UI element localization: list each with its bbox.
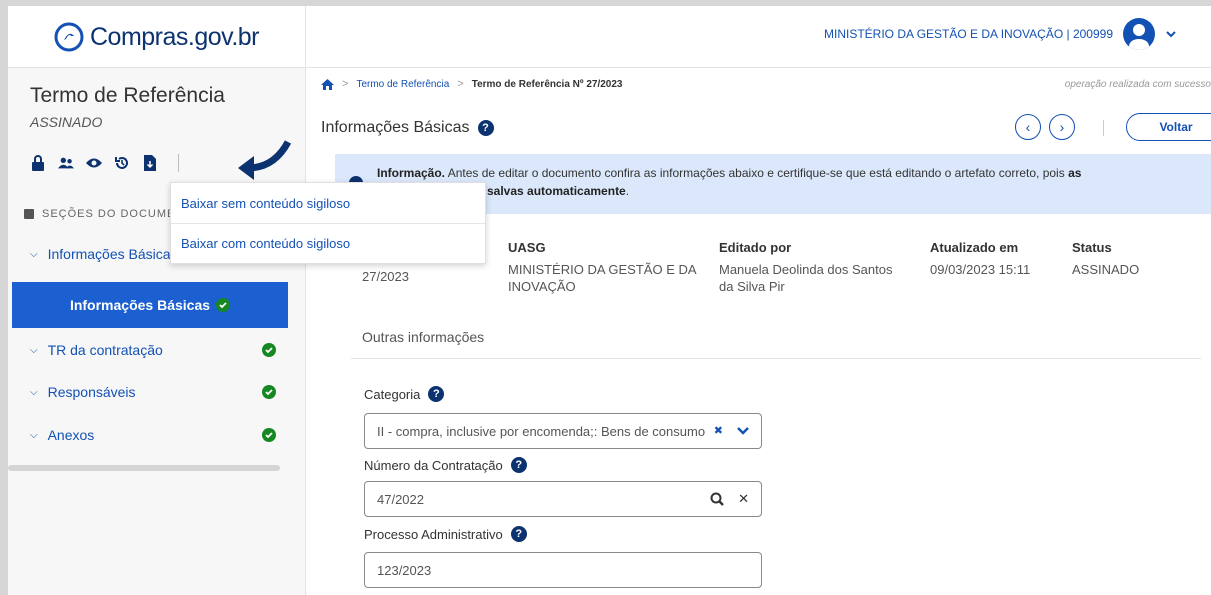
header-divider <box>1103 120 1104 136</box>
sidebar-toolbar <box>30 154 179 172</box>
processo-label: Processo Administrativo <box>364 526 503 542</box>
status-value: ASSINADO <box>1072 262 1140 277</box>
chevron-down-icon[interactable] <box>737 426 749 436</box>
compras-logo-icon <box>54 22 84 52</box>
sections-header: SEÇÕES DO DOCUMEN <box>24 208 184 220</box>
top-header: Compras.gov.br MINISTÉRIO DA GESTÃO E DA… <box>8 6 1211 68</box>
users-icon[interactable] <box>58 155 74 171</box>
processo-field[interactable]: 123/2023 <box>364 552 762 588</box>
page-header: Informações Básicas ? ‹ › Voltar <box>315 108 1211 148</box>
sidebar-item-anexos[interactable]: ⌵ Anexos <box>8 415 306 455</box>
help-icon[interactable]: ? <box>428 386 445 402</box>
previous-icon[interactable]: ‹ <box>1015 114 1041 140</box>
sidebar-item-label: Responsáveis <box>47 384 136 400</box>
help-icon[interactable]: ? <box>510 457 527 473</box>
document-status: ASSINADO <box>30 114 103 130</box>
processo-label-row: Processo Administrativo ? <box>364 526 527 542</box>
download-file-icon[interactable] <box>142 155 158 171</box>
download-menu: Baixar sem conteúdo sigiloso Baixar com … <box>170 182 486 264</box>
clear-icon[interactable]: ✖ <box>714 424 723 437</box>
atualizado-header: Atualizado em <box>930 240 1019 255</box>
eye-icon[interactable] <box>86 155 102 171</box>
document-number-value: 27/2023 <box>362 269 409 284</box>
chevron-down-icon: ⌵ <box>30 429 38 441</box>
breadcrumb-link[interactable]: Termo de Referência <box>356 79 449 90</box>
breadcrumb-current: Termo de Referência Nº 27/2023 <box>471 78 623 90</box>
numero-contratacao-field[interactable]: 47/2022 ✕ <box>364 481 762 517</box>
sidebar: Termo de Referência ASSINADO SEÇÕES DO D… <box>8 68 306 595</box>
status-header: Status <box>1072 240 1112 255</box>
info-end: . <box>625 184 630 198</box>
check-circle-icon <box>262 343 276 357</box>
chevron-down-icon: ⌵ <box>30 386 38 398</box>
check-circle-icon <box>262 428 276 442</box>
sidebar-item-label: Informações Básica <box>47 246 171 262</box>
categoria-value: II - compra, inclusive por encomenda;: B… <box>377 423 706 439</box>
help-icon[interactable]: ? <box>510 526 527 542</box>
annotation-arrow-icon <box>238 140 292 180</box>
lock-icon[interactable] <box>30 155 46 171</box>
sidebar-scrollbar[interactable] <box>8 465 280 471</box>
breadcrumb: > Termo de Referência > Termo de Referên… <box>321 78 622 90</box>
editado-value: Manuela Deolinda dos Santos da Silva Pir <box>719 262 893 294</box>
help-icon[interactable]: ? <box>477 120 494 136</box>
logo-text: Compras.gov.br <box>90 22 260 51</box>
next-icon[interactable]: › <box>1049 114 1075 140</box>
outras-informacoes-heading: Outras informações <box>362 329 485 345</box>
info-text: Antes de editar o documento confira as i… <box>445 166 1069 180</box>
voltar-button[interactable]: Voltar <box>1126 113 1211 141</box>
info-emphasis: as <box>1068 166 1082 180</box>
user-icon <box>1129 24 1149 50</box>
check-circle-icon <box>216 298 231 312</box>
sidebar-item-responsaveis[interactable]: ⌵ Responsáveis <box>8 372 306 412</box>
atualizado-value: 09/03/2023 15:11 <box>930 262 1031 277</box>
success-message: operação realizada com sucesso <box>1064 79 1211 90</box>
download-without-confidential-option[interactable]: Baixar sem conteúdo sigiloso <box>171 183 485 223</box>
numero-contratacao-label: Número da Contratação <box>364 457 503 473</box>
info-title: Informação. <box>377 166 446 180</box>
numero-contratacao-value: 47/2022 <box>377 491 424 507</box>
sidebar-subitem-label: Informações Básicas <box>69 297 211 313</box>
home-icon[interactable] <box>321 78 334 90</box>
sidebar-subitem-informacoes-basicas[interactable]: Informações Básicas <box>12 282 288 328</box>
categoria-label-row: Categoria ? <box>364 386 445 402</box>
main-content: > Termo de Referência > Termo de Referên… <box>307 68 1211 595</box>
download-with-confidential-option[interactable]: Baixar com conteúdo sigiloso <box>171 223 485 263</box>
clear-icon[interactable]: ✕ <box>738 491 749 507</box>
breadcrumb-separator: > <box>342 78 349 90</box>
avatar[interactable] <box>1123 18 1155 50</box>
processo-value: 123/2023 <box>377 562 432 578</box>
categoria-label: Categoria <box>364 386 421 402</box>
uasg-value: MINISTÉRIO DA GESTÃO E DA INOVAÇÃO <box>508 262 696 294</box>
sidebar-item-label: TR da contratação <box>47 342 163 358</box>
uasg-header: UASG <box>508 240 546 255</box>
chevron-down-icon: ⌵ <box>30 248 38 260</box>
sidebar-item-tr-contratacao[interactable]: ⌵ TR da contratação <box>8 330 306 370</box>
square-icon <box>24 209 34 219</box>
logo-area[interactable]: Compras.gov.br <box>8 6 306 68</box>
search-icon[interactable] <box>710 492 724 506</box>
breadcrumb-separator: > <box>457 78 464 90</box>
divider <box>351 358 1201 359</box>
page-title: Informações Básicas <box>321 119 470 136</box>
chevron-down-icon: ⌵ <box>30 344 38 356</box>
info-emphasis-2: salvas automaticamente <box>487 184 626 198</box>
history-icon[interactable] <box>114 155 130 171</box>
check-circle-icon <box>262 385 276 399</box>
toolbar-divider <box>178 154 179 172</box>
chevron-down-icon[interactable] <box>1165 28 1177 40</box>
sections-header-label: SEÇÕES DO DOCUMEN <box>42 208 185 220</box>
numero-contratacao-label-row: Número da Contratação ? <box>364 457 527 473</box>
editado-header: Editado por <box>719 240 792 255</box>
organization-label[interactable]: MINISTÉRIO DA GESTÃO E DA INOVAÇÃO | 200… <box>824 27 1113 41</box>
sidebar-title: Termo de Referência <box>30 84 225 107</box>
sidebar-item-label: Anexos <box>47 427 95 443</box>
categoria-select[interactable]: II - compra, inclusive por encomenda;: B… <box>364 413 762 449</box>
